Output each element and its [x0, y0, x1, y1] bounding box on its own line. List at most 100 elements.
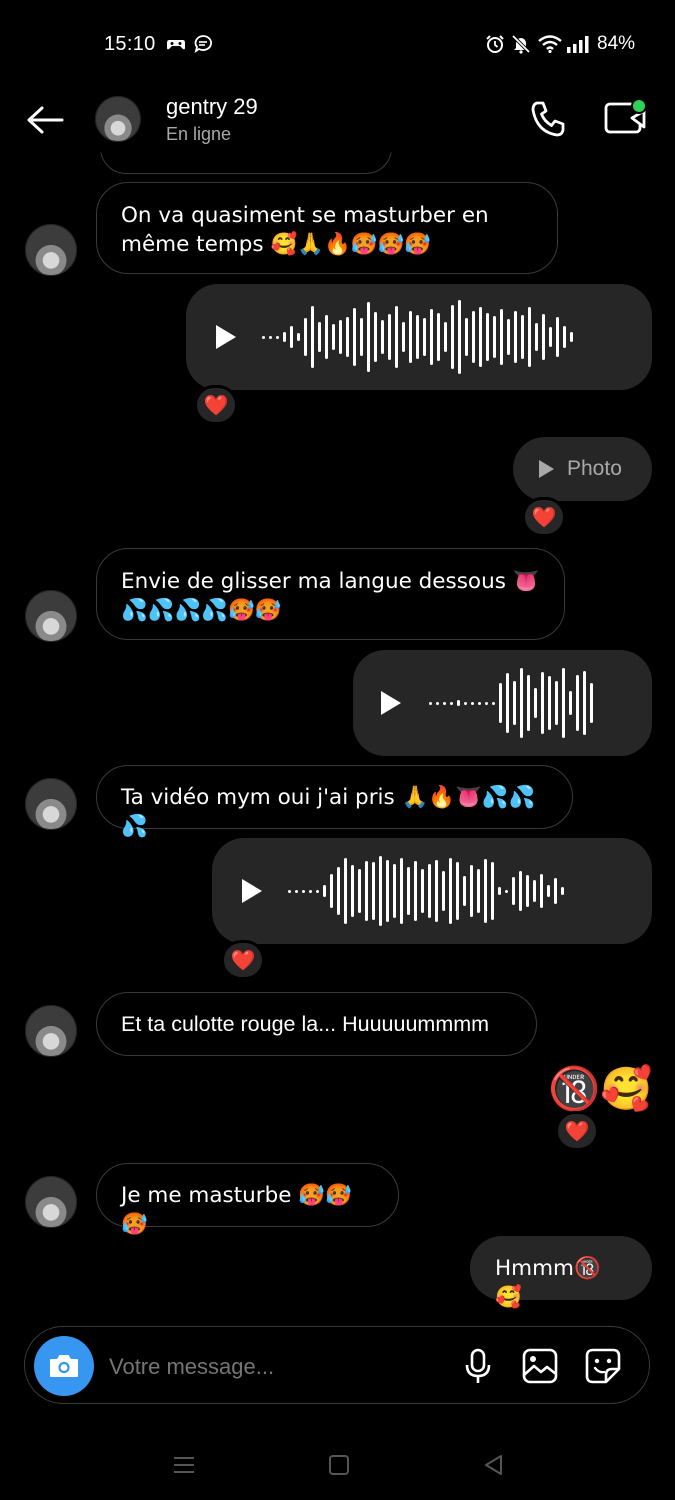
reaction-heart[interactable]: ❤️ [522, 497, 566, 537]
waveform-bar [421, 869, 424, 913]
waveform-bar [288, 889, 291, 893]
waveform-bar [513, 681, 516, 725]
waveform-bar [485, 701, 488, 705]
waveform-bar [309, 889, 312, 893]
waveform-bar [519, 871, 522, 911]
waveform-bar [372, 862, 375, 920]
video-call-icon[interactable] [602, 96, 648, 138]
emoji-message[interactable]: 🔞🥰 [548, 1064, 653, 1114]
waveform-bar [555, 681, 558, 725]
waveform-bar [548, 676, 551, 730]
message-text: Et ta culotte rouge la... Huuuuummmm [121, 1012, 490, 1036]
waveform-bar [562, 668, 565, 738]
waveform-bar [471, 701, 474, 705]
chat-bubble-icon [194, 35, 212, 54]
play-icon[interactable] [242, 879, 262, 903]
waveform-bar [554, 878, 557, 904]
waveform-bar [526, 875, 529, 907]
battery-level: 84% [597, 33, 636, 54]
home-icon[interactable] [328, 1454, 350, 1476]
camera-icon [50, 1355, 78, 1377]
waveform-bar [325, 315, 328, 359]
message-input[interactable] [107, 1353, 441, 1381]
waveform-bar [283, 332, 286, 342]
status-bar: 15:10 84% [0, 0, 675, 90]
phone-icon[interactable] [529, 100, 569, 138]
bell-muted-icon [511, 34, 531, 54]
waveform-bar [541, 672, 544, 734]
waveform-bar [493, 316, 496, 358]
online-dot [633, 100, 645, 112]
audio-waveform [288, 851, 564, 931]
message-bubble-incoming[interactable]: On va quasiment se masturber en même tem… [96, 182, 558, 274]
waveform-bar [478, 701, 481, 705]
contact-status: En ligne [166, 124, 232, 144]
menu-icon[interactable] [172, 1454, 196, 1476]
sticker-icon[interactable] [584, 1347, 622, 1385]
waveform-bar [507, 319, 510, 355]
waveform-bar [500, 309, 503, 365]
avatar[interactable] [95, 96, 141, 142]
avatar [25, 224, 77, 276]
waveform-bar [316, 889, 319, 893]
system-nav-bar [0, 1440, 675, 1500]
waveform-bar [323, 885, 326, 897]
waveform-bar [457, 700, 460, 706]
waveform-bar [344, 858, 347, 924]
waveform-bar [535, 323, 538, 351]
waveform-bar [295, 889, 298, 893]
voice-message-bubble[interactable] [353, 650, 652, 756]
waveform-bar [416, 315, 419, 359]
microphone-icon[interactable] [463, 1348, 493, 1386]
message-bubble-incoming[interactable]: Envie de glisser ma langue dessous 👅💦💦💦💦… [96, 548, 565, 640]
message-text: Envie de glisser ma langue dessous 👅💦💦💦💦… [121, 569, 540, 623]
waveform-bar [561, 887, 564, 895]
avatar [25, 590, 77, 642]
gallery-icon[interactable] [521, 1347, 559, 1385]
waveform-bar [436, 701, 439, 705]
voice-message-bubble[interactable] [186, 284, 652, 390]
waveform-bar [569, 691, 572, 715]
avatar [25, 778, 77, 830]
waveform-bar [540, 874, 543, 908]
play-icon[interactable] [381, 691, 401, 715]
audio-waveform [429, 663, 593, 743]
waveform-bar [395, 306, 398, 368]
contact-name[interactable]: gentry 29 [166, 94, 258, 120]
message-text: On va quasiment se masturber en même tem… [121, 203, 489, 257]
camera-button[interactable] [34, 1336, 94, 1396]
reaction-heart[interactable]: ❤️ [194, 385, 238, 425]
waveform-bar [443, 701, 446, 705]
reaction-heart[interactable]: ❤️ [555, 1111, 599, 1151]
message-bubble-outgoing[interactable]: Hmmm🔞🥰 [470, 1236, 652, 1310]
waveform-bar [379, 856, 382, 926]
message-text: Je me masturbe 🥵🥵🥵 [121, 1183, 352, 1237]
waveform-bar [576, 675, 579, 731]
waveform-bar [472, 311, 475, 363]
waveform-bar [311, 306, 314, 368]
waveform-bar [556, 317, 559, 357]
voice-message-bubble[interactable] [212, 838, 652, 944]
waveform-bar [450, 701, 453, 705]
message-bubble-incoming[interactable]: Et ta culotte rouge la... Huuuuummmm [96, 992, 537, 1056]
waveform-bar [484, 859, 487, 923]
waveform-bar [407, 867, 410, 915]
message-bubble-incoming[interactable]: Je me masturbe 🥵🥵🥵 [96, 1163, 399, 1237]
waveform-bar [506, 673, 509, 733]
audio-waveform [262, 297, 573, 377]
photo-message-bubble[interactable]: Photo [513, 437, 652, 501]
reaction-heart[interactable]: ❤️ [221, 940, 265, 980]
back-icon[interactable] [482, 1453, 504, 1477]
back-arrow-icon[interactable] [26, 106, 64, 134]
waveform-bar [451, 305, 454, 369]
message-bubble-incoming[interactable]: Ta vidéo mym oui j'ai pris 🙏🔥👅💦💦💦 [96, 765, 573, 839]
waveform-bar [527, 675, 530, 731]
play-icon[interactable] [216, 325, 236, 349]
waveform-bar [479, 307, 482, 367]
waveform-bar [318, 322, 321, 352]
waveform-bar [351, 865, 354, 917]
waveform-bar [346, 317, 349, 357]
waveform-bar [290, 326, 293, 348]
message-text: Ta vidéo mym oui j'ai pris 🙏🔥👅💦💦💦 [121, 785, 536, 839]
waveform-bar [388, 314, 391, 360]
